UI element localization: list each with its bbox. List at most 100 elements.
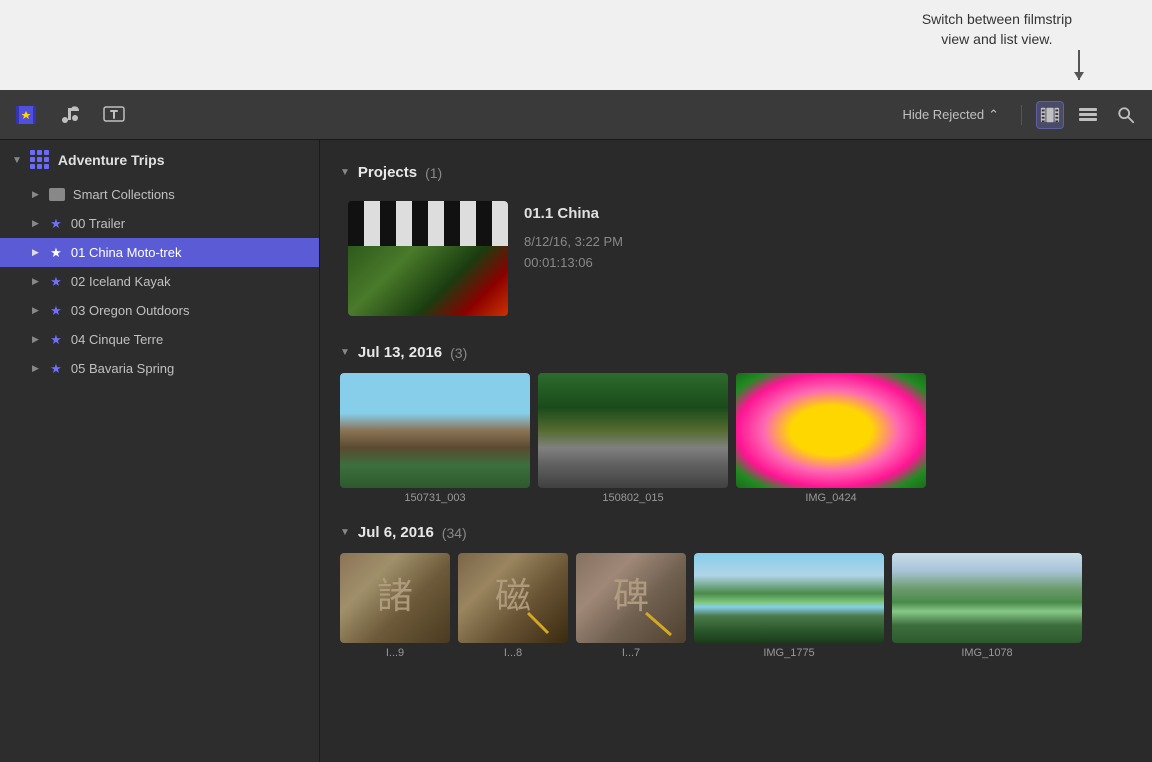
media-item-150802[interactable]: 150802_015 [538, 373, 728, 504]
library-grid-icon [30, 150, 50, 170]
projects-chevron[interactable]: ▼ [340, 167, 350, 178]
folder-icon [49, 188, 65, 201]
main-content: ▼ Projects (1) [320, 140, 1152, 762]
thumb-150731 [340, 373, 530, 488]
thumb-150802 [538, 373, 728, 488]
smart-collections-chevron: ▶ [32, 189, 39, 200]
media-label-i7: I...7 [622, 647, 640, 659]
libraries-icon[interactable] [12, 101, 40, 129]
tooltip-area: Switch between filmstripview and list vi… [0, 0, 1152, 90]
sidebar-item-01-china[interactable]: ▶ ★ 01 China Moto-trek [0, 238, 319, 267]
star-icon: ★ [49, 362, 63, 376]
thumb-img1078 [892, 553, 1082, 643]
projects-section-header: ▼ Projects (1) [340, 164, 1132, 181]
jul13-title: Jul 13, 2016 [358, 344, 442, 361]
sidebar-item-label: 01 China Moto-trek [71, 245, 182, 260]
filmstrip-view-button[interactable] [1036, 101, 1064, 129]
media-label-img0424: IMG_0424 [805, 492, 856, 504]
sidebar-item-label: 04 Cinque Terre [71, 332, 163, 347]
jul6-section-header: ▼ Jul 6, 2016 (34) [340, 524, 1132, 541]
bavaria-chevron: ▶ [32, 363, 39, 374]
toolbar: Hide Rejected ⌃ [0, 90, 1152, 140]
star-icon-active: ★ [49, 246, 63, 260]
clapper-overlay [348, 201, 508, 246]
titles-icon[interactable] [100, 101, 128, 129]
sidebar-item-label: 02 Iceland Kayak [71, 274, 171, 289]
thumb-i8: 磁 [458, 553, 568, 643]
jul6-grid: 諸 I...9 磁 I...8 [340, 553, 1132, 659]
thumb-i9: 諸 [340, 553, 450, 643]
project-name: 01.1 China [524, 205, 1124, 222]
svg-text:諸: 諸 [377, 576, 413, 616]
jul13-grid: 150731_003 150802_015 IMG_0424 [340, 373, 1132, 504]
thumb-img1775 [694, 553, 884, 643]
sidebar-item-smart-collections[interactable]: ▶ Smart Collections [0, 180, 319, 209]
media-label-150731: 150731_003 [404, 492, 465, 504]
media-item-img1775[interactable]: IMG_1775 [694, 553, 884, 659]
project-info: 01.1 China 8/12/16, 3:22 PM00:01:13:06 [524, 201, 1124, 274]
jul13-chevron[interactable]: ▼ [340, 347, 350, 358]
tooltip-text: Switch between filmstripview and list vi… [922, 10, 1072, 49]
jul6-title: Jul 6, 2016 [358, 524, 434, 541]
projects-title: Projects [358, 164, 417, 181]
media-label-i9: I...9 [386, 647, 404, 659]
media-label-img1775: IMG_1775 [763, 647, 814, 659]
toolbar-right: Hide Rejected ⌃ [894, 101, 1140, 129]
project-item[interactable]: 01.1 China 8/12/16, 3:22 PM00:01:13:06 [340, 193, 1132, 324]
svg-text:碑: 碑 [613, 576, 649, 616]
sidebar-library-header[interactable]: ▼ Adventure Trips [0, 140, 319, 180]
audio-icon[interactable] [56, 101, 84, 129]
jul13-section-header: ▼ Jul 13, 2016 (3) [340, 344, 1132, 361]
toolbar-left [12, 101, 128, 129]
thumb-img0424 [736, 373, 926, 488]
sidebar-item-03-oregon[interactable]: ▶ ★ 03 Oregon Outdoors [0, 296, 319, 325]
app-container: Hide Rejected ⌃ [0, 90, 1152, 762]
project-meta: 8/12/16, 3:22 PM00:01:13:06 [524, 232, 1124, 274]
library-chevron: ▼ [12, 155, 22, 166]
jul6-chevron[interactable]: ▼ [340, 527, 350, 538]
sidebar-item-label: 05 Bavaria Spring [71, 361, 174, 376]
list-view-button[interactable] [1074, 101, 1102, 129]
svg-text:磁: 磁 [495, 576, 531, 616]
thumb-i7: 碑 [576, 553, 686, 643]
star-icon: ★ [49, 217, 63, 231]
hide-rejected-arrow: ⌃ [988, 107, 999, 123]
media-item-img0424[interactable]: IMG_0424 [736, 373, 926, 504]
jul13-count: (3) [450, 345, 467, 361]
hide-rejected-button[interactable]: Hide Rejected ⌃ [894, 103, 1007, 127]
media-label-img1078: IMG_1078 [961, 647, 1012, 659]
china-chevron: ▶ [32, 247, 39, 258]
media-item-i8[interactable]: 磁 I...8 [458, 553, 568, 659]
library-name: Adventure Trips [58, 152, 165, 168]
media-label-150802: 150802_015 [602, 492, 663, 504]
star-icon: ★ [49, 304, 63, 318]
oregon-chevron: ▶ [32, 305, 39, 316]
iceland-chevron: ▶ [32, 276, 39, 287]
jul6-count: (34) [442, 525, 467, 541]
cinque-chevron: ▶ [32, 334, 39, 345]
hide-rejected-label: Hide Rejected [902, 107, 984, 122]
search-button[interactable] [1112, 101, 1140, 129]
toolbar-separator [1021, 105, 1022, 125]
sidebar-item-label: 00 Trailer [71, 216, 125, 231]
media-item-img1078[interactable]: IMG_1078 [892, 553, 1082, 659]
sidebar: ▼ Adventure Trips ▶ Smart Collections ▶ … [0, 140, 320, 762]
media-item-150731[interactable]: 150731_003 [340, 373, 530, 504]
sidebar-item-04-cinque[interactable]: ▶ ★ 04 Cinque Terre [0, 325, 319, 354]
projects-count: (1) [425, 165, 442, 181]
sidebar-item-00-trailer[interactable]: ▶ ★ 00 Trailer [0, 209, 319, 238]
sidebar-item-label: 03 Oregon Outdoors [71, 303, 190, 318]
sidebar-item-02-iceland[interactable]: ▶ ★ 02 Iceland Kayak [0, 267, 319, 296]
media-item-i7[interactable]: 碑 I...7 [576, 553, 686, 659]
media-item-i9[interactable]: 諸 I...9 [340, 553, 450, 659]
project-thumb-image [348, 246, 508, 316]
content: ▼ Adventure Trips ▶ Smart Collections ▶ … [0, 140, 1152, 762]
star-icon: ★ [49, 275, 63, 289]
star-icon: ★ [49, 333, 63, 347]
trailer-chevron: ▶ [32, 218, 39, 229]
media-label-i8: I...8 [504, 647, 522, 659]
project-thumbnail [348, 201, 508, 316]
sidebar-item-05-bavaria[interactable]: ▶ ★ 05 Bavaria Spring [0, 354, 319, 383]
sidebar-item-label: Smart Collections [73, 187, 175, 202]
tooltip-arrow [1078, 50, 1080, 80]
